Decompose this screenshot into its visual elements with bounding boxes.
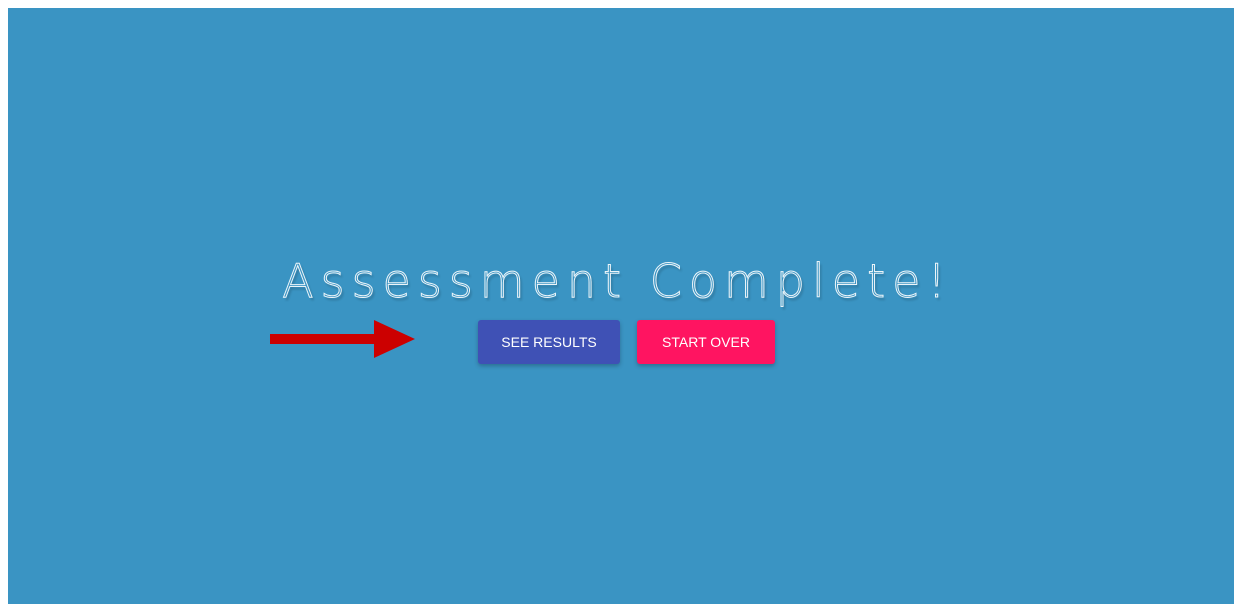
page-title: Assessment Complete!: [282, 254, 953, 309]
arrow-right-icon: [270, 320, 415, 358]
see-results-button[interactable]: SEE RESULTS: [478, 320, 620, 364]
start-over-button[interactable]: START OVER: [637, 320, 775, 364]
